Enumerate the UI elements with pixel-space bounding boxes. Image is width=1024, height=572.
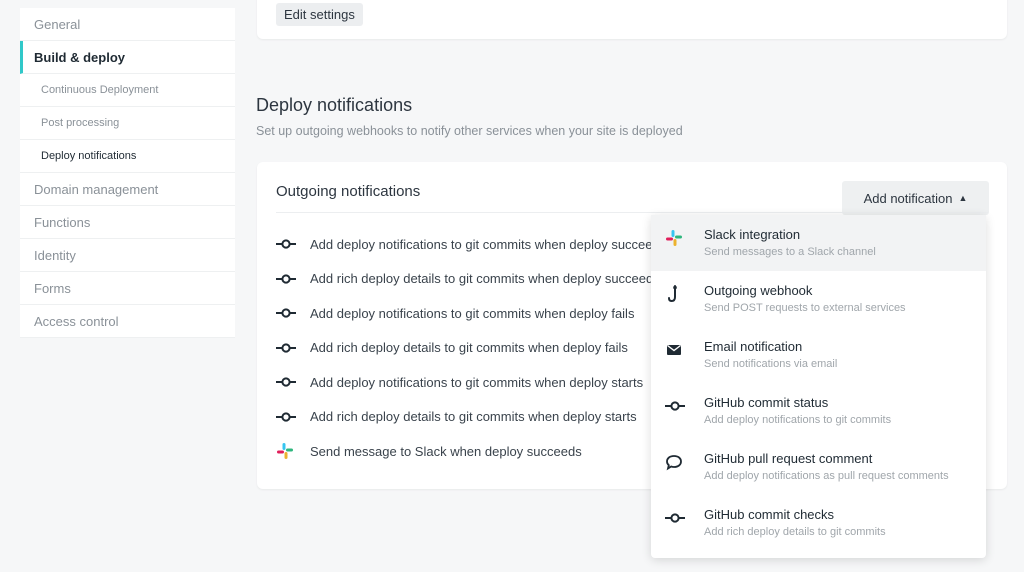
- add-notification-label: Add notification: [863, 190, 953, 206]
- edit-settings-button[interactable]: Edit settings: [276, 3, 363, 26]
- add-notification-menu: Slack integration Send messages to a Sla…: [651, 215, 986, 558]
- notification-text: Add rich deploy details to git commits w…: [310, 409, 637, 425]
- slack-icon: [276, 442, 310, 460]
- divider: [276, 212, 988, 213]
- notification-text: Add deploy notifications to git commits …: [310, 374, 644, 390]
- menu-item-title: Email notification: [704, 339, 803, 354]
- webhook-icon: [651, 283, 704, 308]
- sidebar-item-functions[interactable]: Functions: [20, 206, 235, 239]
- menu-item-title: GitHub commit checks: [704, 507, 835, 522]
- notification-text: Add deploy notifications to git commits …: [310, 236, 667, 252]
- add-notification-button[interactable]: Add notification ▲: [842, 181, 989, 215]
- menu-item-description: Send messages to a Slack channel: [704, 246, 876, 258]
- git-commit-icon: [651, 507, 704, 532]
- comment-icon: [651, 451, 704, 476]
- notification-text: Add rich deploy details to git commits w…: [310, 340, 628, 356]
- sidebar-item-forms[interactable]: Forms: [20, 272, 235, 305]
- section-title: Deploy notifications: [256, 95, 413, 115]
- previous-settings-card: Edit settings: [257, 0, 1007, 39]
- menu-item-title: Outgoing webhook: [704, 283, 813, 298]
- menu-item-github-pull-request-comment[interactable]: GitHub pull request comment Add deploy n…: [651, 439, 986, 495]
- menu-item-description: Send notifications via email: [704, 358, 838, 370]
- menu-item-outgoing-webhook[interactable]: Outgoing webhook Send POST requests to e…: [651, 271, 986, 327]
- sidebar-item-identity[interactable]: Identity: [20, 239, 235, 272]
- settings-sidebar: General Build & deploy Continuous Deploy…: [20, 8, 235, 338]
- menu-item-email-notification[interactable]: Email notification Send notifications vi…: [651, 327, 986, 383]
- menu-item-description: Add deploy notifications as pull request…: [704, 470, 949, 482]
- sidebar-item-access-control[interactable]: Access control: [20, 305, 235, 338]
- sidebar-subitem-continuous-deployment[interactable]: Continuous Deployment: [20, 74, 235, 107]
- git-commit-icon: [276, 411, 310, 423]
- notification-text: Add rich deploy details to git commits w…: [310, 271, 660, 287]
- git-commit-icon: [276, 238, 310, 250]
- menu-item-title: Slack integration: [704, 227, 801, 242]
- git-commit-icon: [651, 395, 704, 420]
- envelope-icon: [651, 339, 704, 364]
- git-commit-icon: [276, 307, 310, 319]
- menu-item-description: Add deploy notifications to git commits: [704, 414, 892, 426]
- slack-icon: [651, 227, 704, 252]
- sidebar-item-domain-management[interactable]: Domain management: [20, 173, 235, 206]
- notification-text: Send message to Slack when deploy succee…: [310, 443, 582, 459]
- git-commit-icon: [276, 342, 310, 354]
- git-commit-icon: [276, 273, 310, 285]
- sidebar-subitem-post-processing[interactable]: Post processing: [20, 107, 235, 140]
- sidebar-item-general[interactable]: General: [20, 8, 235, 41]
- menu-item-github-commit-checks[interactable]: GitHub commit checks Add rich deploy det…: [651, 495, 986, 551]
- section-description: Set up outgoing webhooks to notify other…: [256, 124, 683, 138]
- sidebar-item-build-deploy[interactable]: Build & deploy: [20, 41, 235, 74]
- menu-item-github-commit-status[interactable]: GitHub commit status Add deploy notifica…: [651, 383, 986, 439]
- menu-item-title: GitHub pull request comment: [704, 451, 873, 466]
- menu-item-description: Add rich deploy details to git commits: [704, 526, 886, 538]
- notification-text: Add deploy notifications to git commits …: [310, 305, 635, 321]
- git-commit-icon: [276, 376, 310, 388]
- sidebar-subitem-deploy-notifications[interactable]: Deploy notifications: [20, 140, 235, 173]
- menu-item-title: GitHub commit status: [704, 395, 829, 410]
- menu-item-slack-integration[interactable]: Slack integration Send messages to a Sla…: [651, 215, 986, 271]
- card-title: Outgoing notifications: [276, 183, 421, 200]
- chevron-up-icon: ▲: [958, 193, 968, 203]
- menu-item-description: Send POST requests to external services: [704, 302, 906, 314]
